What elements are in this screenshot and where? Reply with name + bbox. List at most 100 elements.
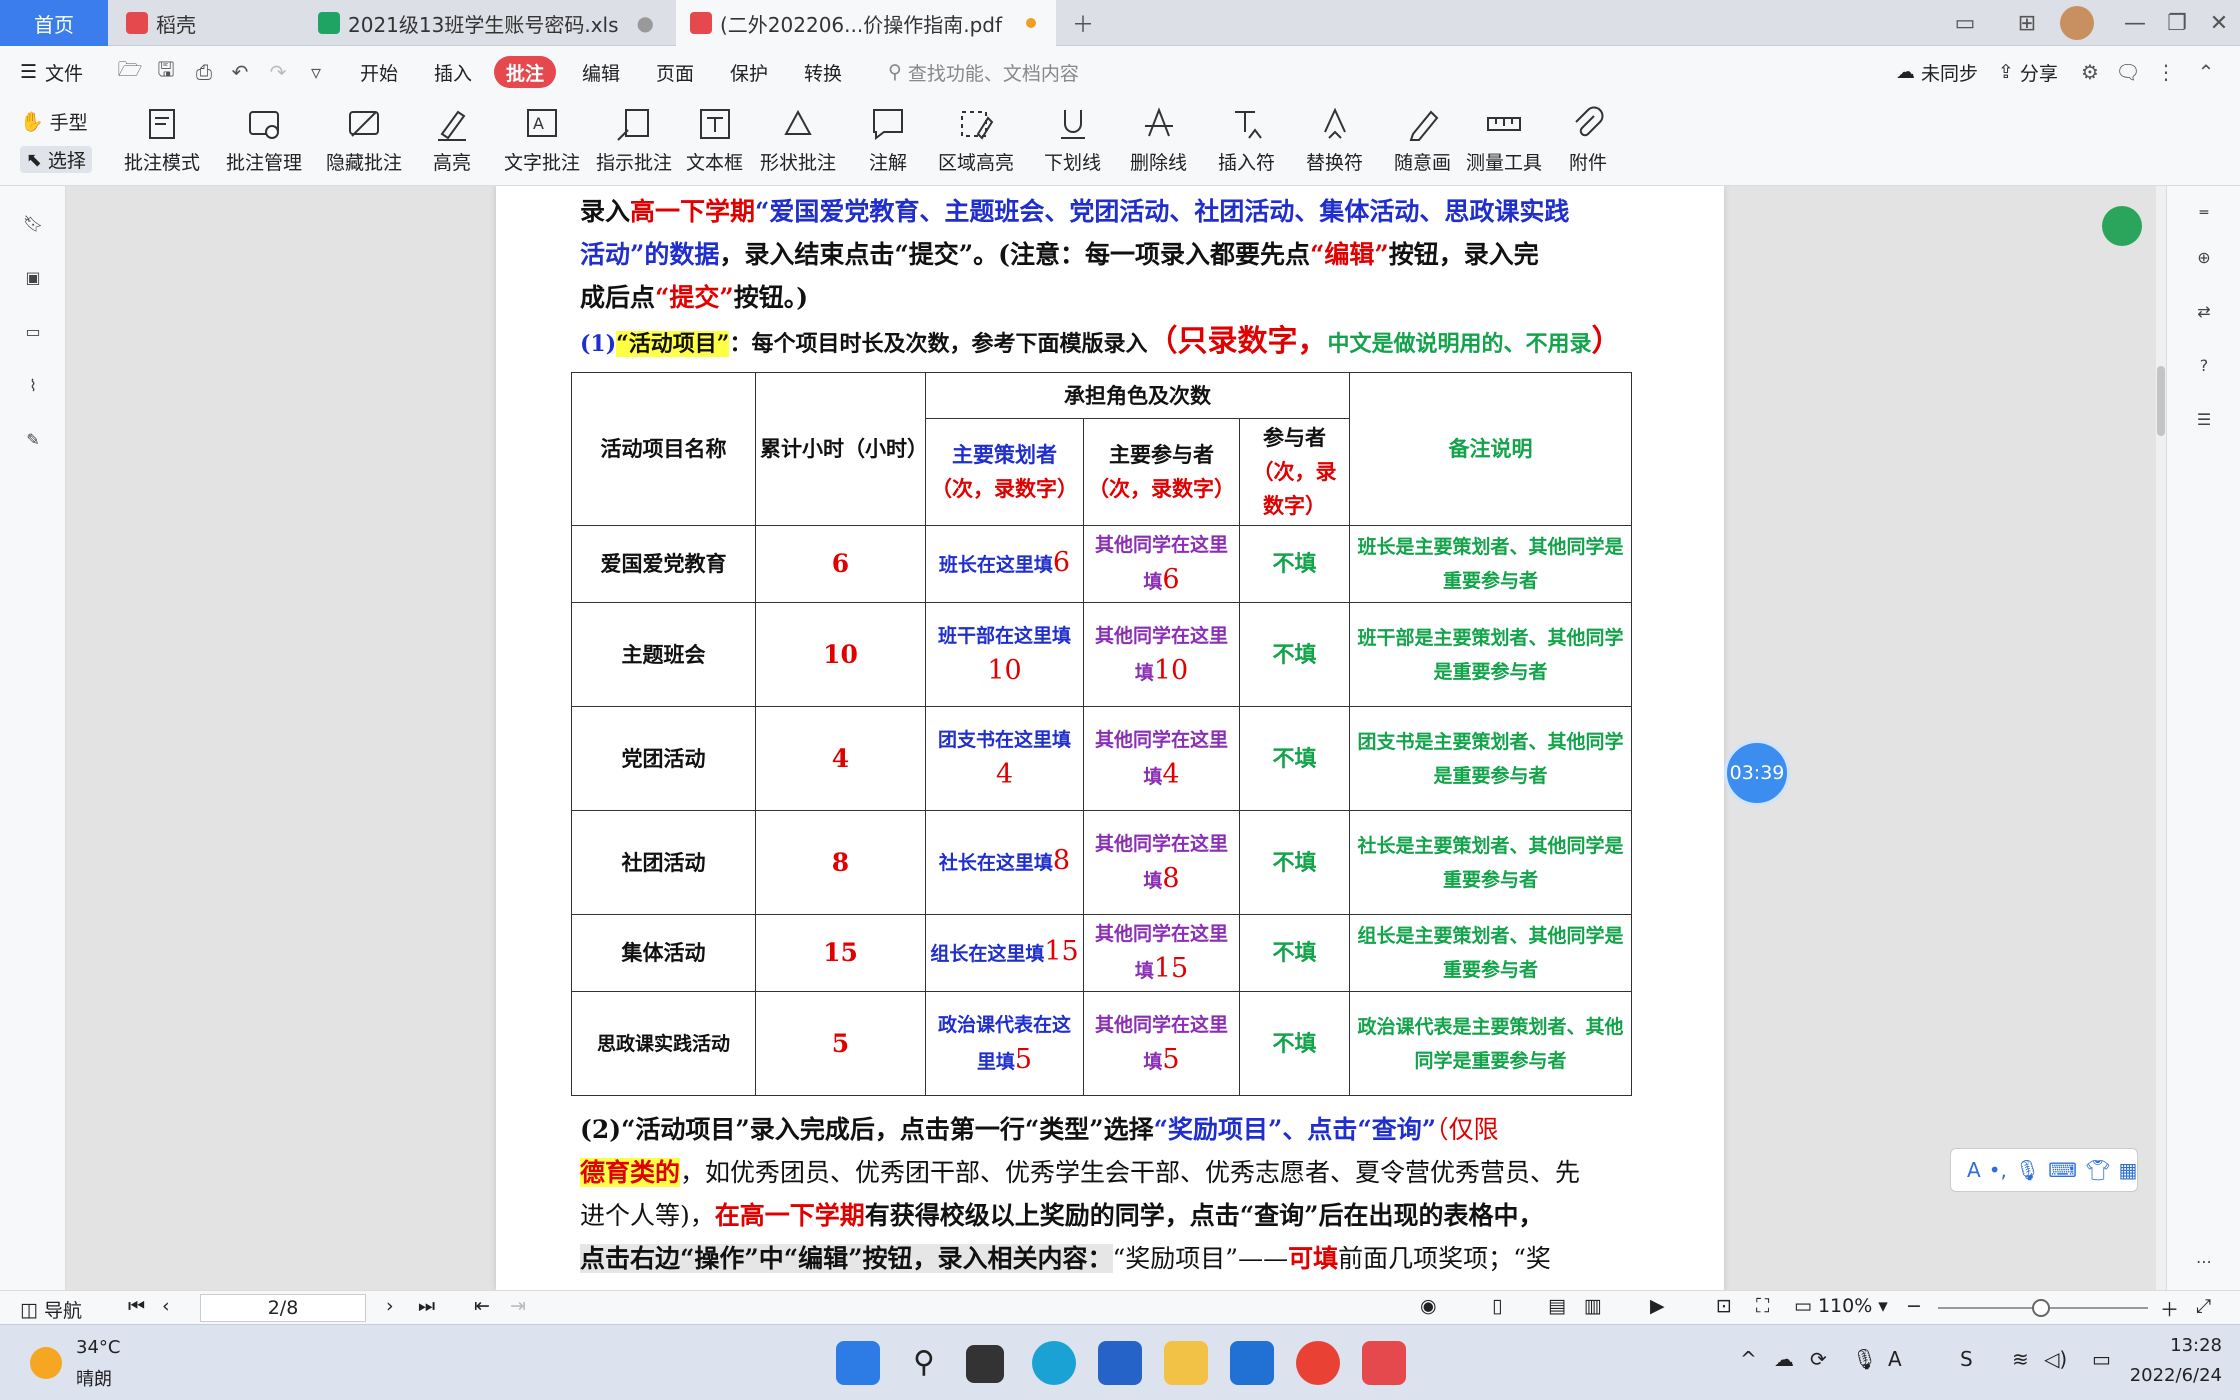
note-button[interactable]: 注解 [868,104,908,175]
last-page-icon[interactable]: ⏭ [418,1295,435,1317]
next-page-icon[interactable]: › [386,1295,394,1317]
comment-list-icon[interactable]: ▭ [18,316,48,346]
close-icon[interactable]: ✕ [2202,6,2236,40]
strikethrough-button[interactable]: 删除线 [1130,104,1187,175]
sync-tray-icon[interactable]: ⟳ [1810,1347,1827,1371]
shape-annotation-button[interactable]: 形状批注 [760,104,836,175]
menu-start[interactable]: 开始 [360,56,398,88]
search-box[interactable]: ⚲ 查找功能、文档内容 [888,56,1079,88]
new-tab-plus-icon[interactable]: ＋ [1066,6,1100,40]
avatar[interactable] [2060,6,2094,40]
thumbnail-icon[interactable]: ▣ [18,262,48,292]
tab-pdf[interactable]: (二外202206...价操作指南.pdf [676,0,1056,46]
file-menu[interactable]: ☰ 文件 [20,56,83,88]
zoom-out-icon[interactable]: − [1906,1295,1922,1317]
hand-tool[interactable]: ✋ 手型 [20,108,88,135]
chrome-icon[interactable] [1296,1341,1340,1385]
toolbox-icon[interactable]: ▦ [2119,1158,2138,1182]
skin-icon[interactable]: 👕︎ [2085,1158,2110,1182]
ime-tray-icon[interactable]: A [1888,1347,1902,1371]
fit-page-icon[interactable]: ⛶ [1756,1295,1769,1317]
zoom-slider-handle[interactable] [2032,1299,2050,1317]
freehand-button[interactable]: 随意画 [1394,104,1451,175]
mic-tray-icon[interactable]: 🎙︎ [1852,1347,1877,1371]
search-icon[interactable]: ⚲ [902,1341,946,1385]
more-dropdown-icon[interactable]: ▿ [302,58,330,86]
tab-home[interactable]: 首页 [0,0,108,46]
continuous-page-icon[interactable]: ▤ [1548,1295,1566,1317]
zoom-in-icon[interactable]: ＋ [2160,1295,2179,1322]
text-annotation-button[interactable]: A 文字批注 [504,104,580,175]
measure-tool-button[interactable]: 测量工具 [1466,104,1542,175]
play-icon[interactable]: ▶ [1650,1295,1665,1317]
redo-icon[interactable]: ↷ [264,58,292,86]
annotation-mode-button[interactable]: 批注模式 [124,104,200,175]
undo-icon[interactable]: ↶ [226,58,254,86]
table-tool-icon[interactable] [2102,206,2142,246]
replace-mark-button[interactable]: 替换符 [1306,104,1363,175]
bookmark-icon[interactable]: 🔖︎ [18,208,48,238]
print-icon[interactable]: ⎙ [190,58,218,86]
zoom-dropdown[interactable]: ▭ 110% ▾ [1794,1295,1888,1317]
volume-icon[interactable]: ◁) [2044,1347,2067,1371]
clock-date[interactable]: 2022/6/24 [2110,1365,2222,1386]
sogou-tray-icon[interactable]: S [1960,1347,1973,1371]
file-explorer-icon[interactable] [1164,1341,1208,1385]
document-viewport[interactable]: 录入高一下学期“爱国爱党教育、主题班会、党团活动、社团活动、集体活动、思政课实践… [66,186,2156,1290]
fullscreen-icon[interactable]: ⤢ [2196,1295,2211,1317]
underline-button[interactable]: 下划线 [1044,104,1101,175]
more-options-icon[interactable]: ⋯ [2189,1246,2219,1276]
first-page-icon[interactable]: ⏮ [128,1295,145,1317]
help-icon[interactable]: ? [2189,350,2219,380]
annotation-manage-button[interactable]: 批注管理 [226,104,302,175]
collapse-icon[interactable]: ⌃ [2192,58,2220,86]
sync-button[interactable]: ☁ 未同步 [1896,56,1978,88]
vertical-scrollbar[interactable] [2156,186,2166,1290]
tray-chevron-up-icon[interactable]: ^ [1740,1347,1757,1371]
attachment-button[interactable]: 附件 [1568,104,1608,175]
actual-size-icon[interactable]: ⊡ [1716,1295,1732,1317]
keyboard-icon[interactable]: ⌨ [2048,1158,2077,1182]
clock-time[interactable]: 13:28 [2148,1335,2222,1356]
insert-mark-button[interactable]: 插入符 [1218,104,1275,175]
highlight-button[interactable]: 高亮 [432,104,472,175]
area-highlight-button[interactable]: 区域高亮 [938,104,1014,175]
menu-edit[interactable]: 编辑 [582,56,620,88]
adjust-icon[interactable]: ☰ [2189,404,2219,434]
microphone-icon[interactable]: 🎙︎ [2015,1158,2040,1182]
wps-icon[interactable] [1362,1341,1406,1385]
weather-sun-icon[interactable] [30,1347,62,1379]
select-tool[interactable]: ⬉ 选择 [20,146,92,173]
attachment-list-icon[interactable]: ⌇ [18,370,48,400]
tab-docer[interactable]: 稻壳 [112,0,298,46]
timer-badge[interactable]: 03:39 [1724,740,1790,806]
tab-close-dot-icon[interactable]: ● [637,11,654,35]
textbox-button[interactable]: 文本框 [686,104,743,175]
menu-annotate[interactable]: 批注 [494,56,557,88]
menu-page[interactable]: 页面 [656,56,694,88]
more-icon[interactable]: ⋮ [2152,58,2180,86]
zoom-search-icon[interactable]: ⊕ [2189,242,2219,272]
menu-protect[interactable]: 保护 [730,56,768,88]
settings-gear-icon[interactable]: ⚙ [2076,58,2104,86]
lenovo-app-icon[interactable] [1098,1341,1142,1385]
comment-icon[interactable]: 🗨 [2114,58,2142,86]
eye-protect-icon[interactable]: ◉ [1420,1295,1437,1317]
open-icon[interactable]: 🗁 [116,57,144,86]
scrollbar-thumb[interactable] [2157,366,2165,436]
translate-icon[interactable]: ⇄ [2189,296,2219,326]
share-button[interactable]: ⇪ 分享 [1998,56,2058,88]
punctuation-icon[interactable]: •, [1989,1158,2007,1182]
layout-icon[interactable]: ▭ [1948,6,1982,40]
task-view-icon[interactable] [966,1345,1004,1383]
page-number-input[interactable]: 2/8 [200,1294,366,1322]
tab-xls[interactable]: 2021级13班学生账号密码.xls ● [304,0,670,46]
wifi-icon[interactable]: ≋ [2012,1347,2029,1371]
double-page-icon[interactable]: ▥ [1584,1295,1602,1317]
hide-annotation-button[interactable]: 隐藏批注 [326,104,402,175]
input-method-toolbar[interactable]: A •, 🎙︎ ⌨ 👕︎ ▦ [1950,1148,2138,1192]
battery-icon[interactable]: ▭ [2092,1347,2111,1371]
pointer-annotation-button[interactable]: 指示批注 [596,104,672,175]
menu-insert[interactable]: 插入 [434,56,472,88]
edge-browser-icon[interactable] [1032,1341,1076,1385]
